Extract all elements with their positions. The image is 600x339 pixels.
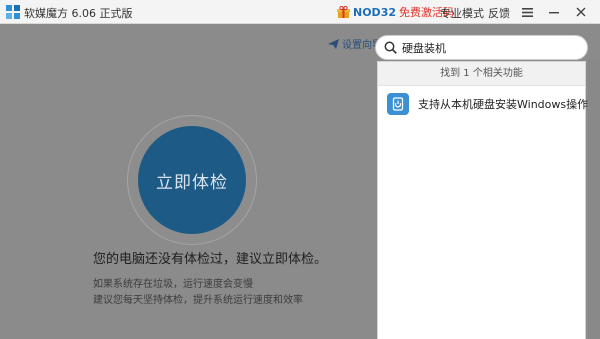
app-title: 软媒魔方 6.06 正式版 — [24, 7, 133, 20]
search-input[interactable] — [402, 41, 582, 54]
promo-nod-label: NOD32 — [353, 5, 396, 19]
check-now-button[interactable]: 立即体检 — [138, 126, 246, 234]
check-now-label: 立即体检 — [156, 172, 228, 193]
search-box[interactable] — [375, 35, 588, 60]
search-icon — [384, 41, 397, 54]
gift-icon — [337, 5, 350, 18]
status-message: 您的电脑还没有体检过，建议立即体检。 — [93, 252, 328, 267]
setup-guide-link[interactable]: 设置向导 — [328, 36, 382, 51]
pro-mode-button[interactable]: 专业模式 — [440, 5, 484, 21]
close-button[interactable] — [572, 3, 590, 21]
feedback-button[interactable]: 反馈 — [488, 5, 510, 21]
hdd-install-icon — [387, 93, 409, 115]
hint-text-2: 建议您每天坚持体检，提升系统运行速度和效率 — [93, 295, 303, 306]
results-header: 找到 1 个相关功能 — [378, 62, 585, 86]
title-bar: 软媒魔方 6.06 正式版 NOD32 免费激活码 专业模式 反馈 — [0, 0, 600, 24]
close-icon — [576, 7, 586, 17]
minimize-icon — [549, 12, 559, 14]
paper-plane-icon — [328, 38, 339, 49]
minimize-button[interactable] — [545, 3, 563, 21]
search-results-panel: 找到 1 个相关功能 支持从本机硬盘安装Windows操作... — [377, 61, 599, 339]
menu-icon — [521, 7, 533, 17]
hint-text-1: 如果系统存在垃圾，运行速度会变慢 — [93, 279, 253, 290]
menu-button[interactable] — [518, 3, 536, 21]
search-result-item[interactable]: 支持从本机硬盘安装Windows操作... — [378, 86, 599, 122]
promo-link[interactable]: NOD32 免费激活码 — [337, 4, 454, 20]
app-logo-icon — [6, 5, 20, 19]
background-edge — [588, 60, 600, 339]
search-result-label: 支持从本机硬盘安装Windows操作... — [418, 98, 599, 111]
